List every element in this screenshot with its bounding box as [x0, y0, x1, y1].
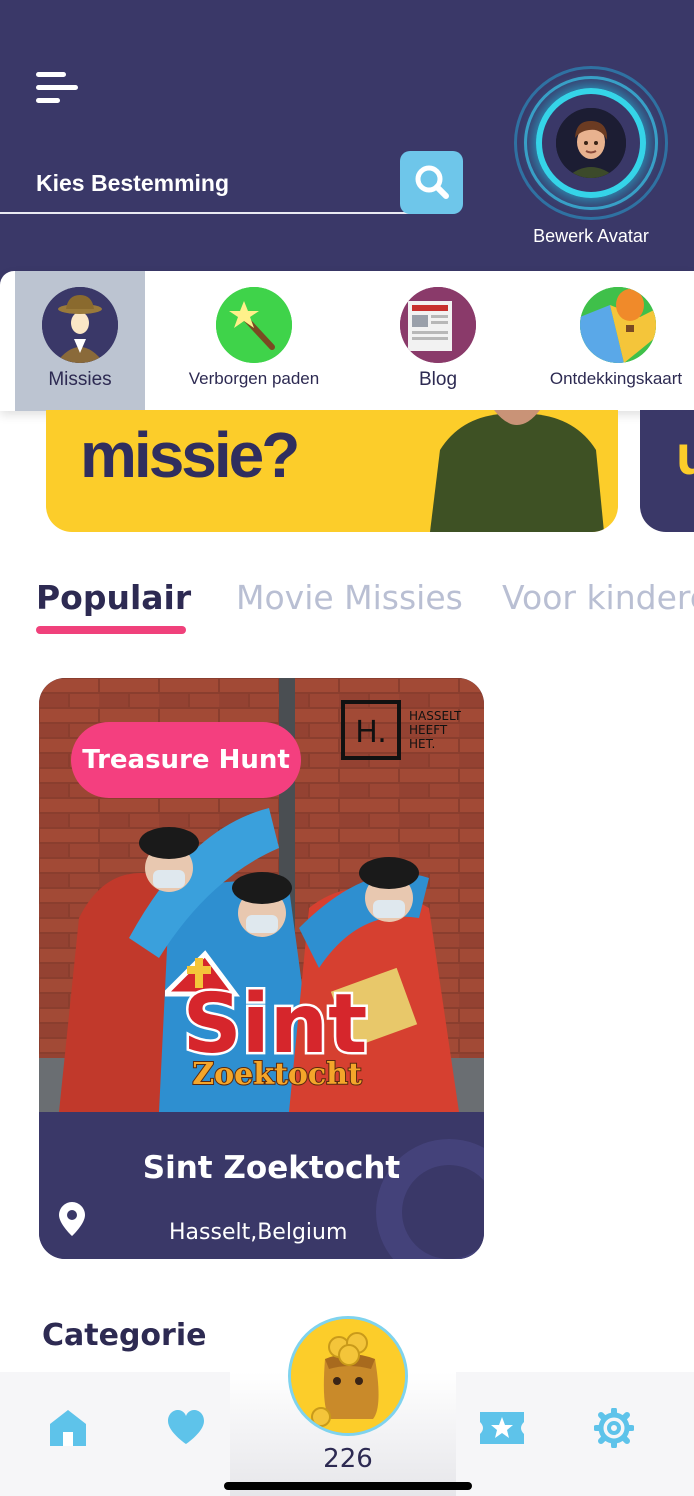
- category-blog[interactable]: Blog: [380, 271, 496, 411]
- gear-icon[interactable]: [594, 1408, 634, 1448]
- edit-avatar-label[interactable]: Bewerk Avatar: [518, 226, 664, 247]
- ticket-star-icon[interactable]: [480, 1408, 524, 1448]
- tab-voor-kinderen[interactable]: Voor kindere: [502, 578, 694, 617]
- banner-text: missie?: [80, 419, 300, 491]
- mission-title: Sint Zoektocht: [142, 1150, 401, 1186]
- newspaper-icon: [400, 287, 476, 363]
- banner-character-image: [430, 410, 604, 532]
- search-button[interactable]: [400, 151, 463, 214]
- category-label: Verborgen paden: [188, 369, 320, 388]
- hamburger-menu-icon[interactable]: [36, 72, 80, 106]
- magic-wand-icon: [216, 287, 292, 363]
- map-balloon-icon: [580, 287, 656, 363]
- home-icon[interactable]: [48, 1408, 88, 1448]
- search-icon: [415, 165, 449, 199]
- category-label: Ontdekkingskaart: [549, 369, 683, 388]
- svg-text:HEEFT: HEEFT: [409, 723, 448, 737]
- category-nav: Missies Verborgen paden Blog Ontdekkings…: [0, 271, 694, 411]
- heart-icon[interactable]: [166, 1408, 206, 1448]
- tab-movie-missies[interactable]: Movie Missies: [236, 578, 463, 617]
- detective-icon: [42, 287, 118, 363]
- category-verborgen-paden[interactable]: Verborgen paden: [176, 271, 332, 411]
- svg-text:H.: H.: [355, 715, 387, 750]
- avatar-button[interactable]: [514, 66, 668, 220]
- location-pin-icon: [59, 1202, 85, 1236]
- category-badge: Treasure Hunt: [71, 722, 301, 798]
- destination-label[interactable]: Kies Bestemming: [36, 170, 229, 197]
- hasselt-logo: H. HASSELT HEEFT HET.: [341, 700, 461, 760]
- avatar: [556, 108, 626, 178]
- category-missies[interactable]: Missies: [15, 271, 145, 411]
- category-label: Blog: [418, 369, 458, 390]
- category-ontdekkingskaart[interactable]: Ontdekkingskaart: [544, 271, 688, 411]
- home-indicator: [224, 1482, 472, 1490]
- category-label: Missies: [48, 369, 112, 390]
- svg-text:Zoektocht: Zoektocht: [192, 1057, 362, 1092]
- promo-banner[interactable]: missie?: [46, 410, 618, 532]
- coin-bag-button[interactable]: [288, 1316, 408, 1436]
- mission-card[interactable]: Treasure Hunt H. HASSELT HEEFT HET. Sint…: [39, 678, 484, 1259]
- active-tab-indicator: [36, 626, 186, 634]
- promo-banner-next[interactable]: u: [640, 410, 694, 532]
- section-title: Categorie: [42, 1318, 207, 1353]
- svg-text:HET.: HET.: [409, 737, 435, 751]
- sint-zoektocht-logo: Sint Zoektocht: [165, 950, 370, 1093]
- coin-bag-icon: [291, 1319, 405, 1433]
- coin-count: 226: [323, 1444, 373, 1474]
- destination-input-underline: [0, 212, 428, 214]
- tab-populair[interactable]: Populair: [36, 578, 191, 617]
- mission-info: Sint Zoektocht Hasselt,Belgium: [39, 1112, 484, 1259]
- mission-location: Hasselt,Belgium: [169, 1220, 348, 1245]
- svg-text:HASSELT: HASSELT: [409, 709, 461, 723]
